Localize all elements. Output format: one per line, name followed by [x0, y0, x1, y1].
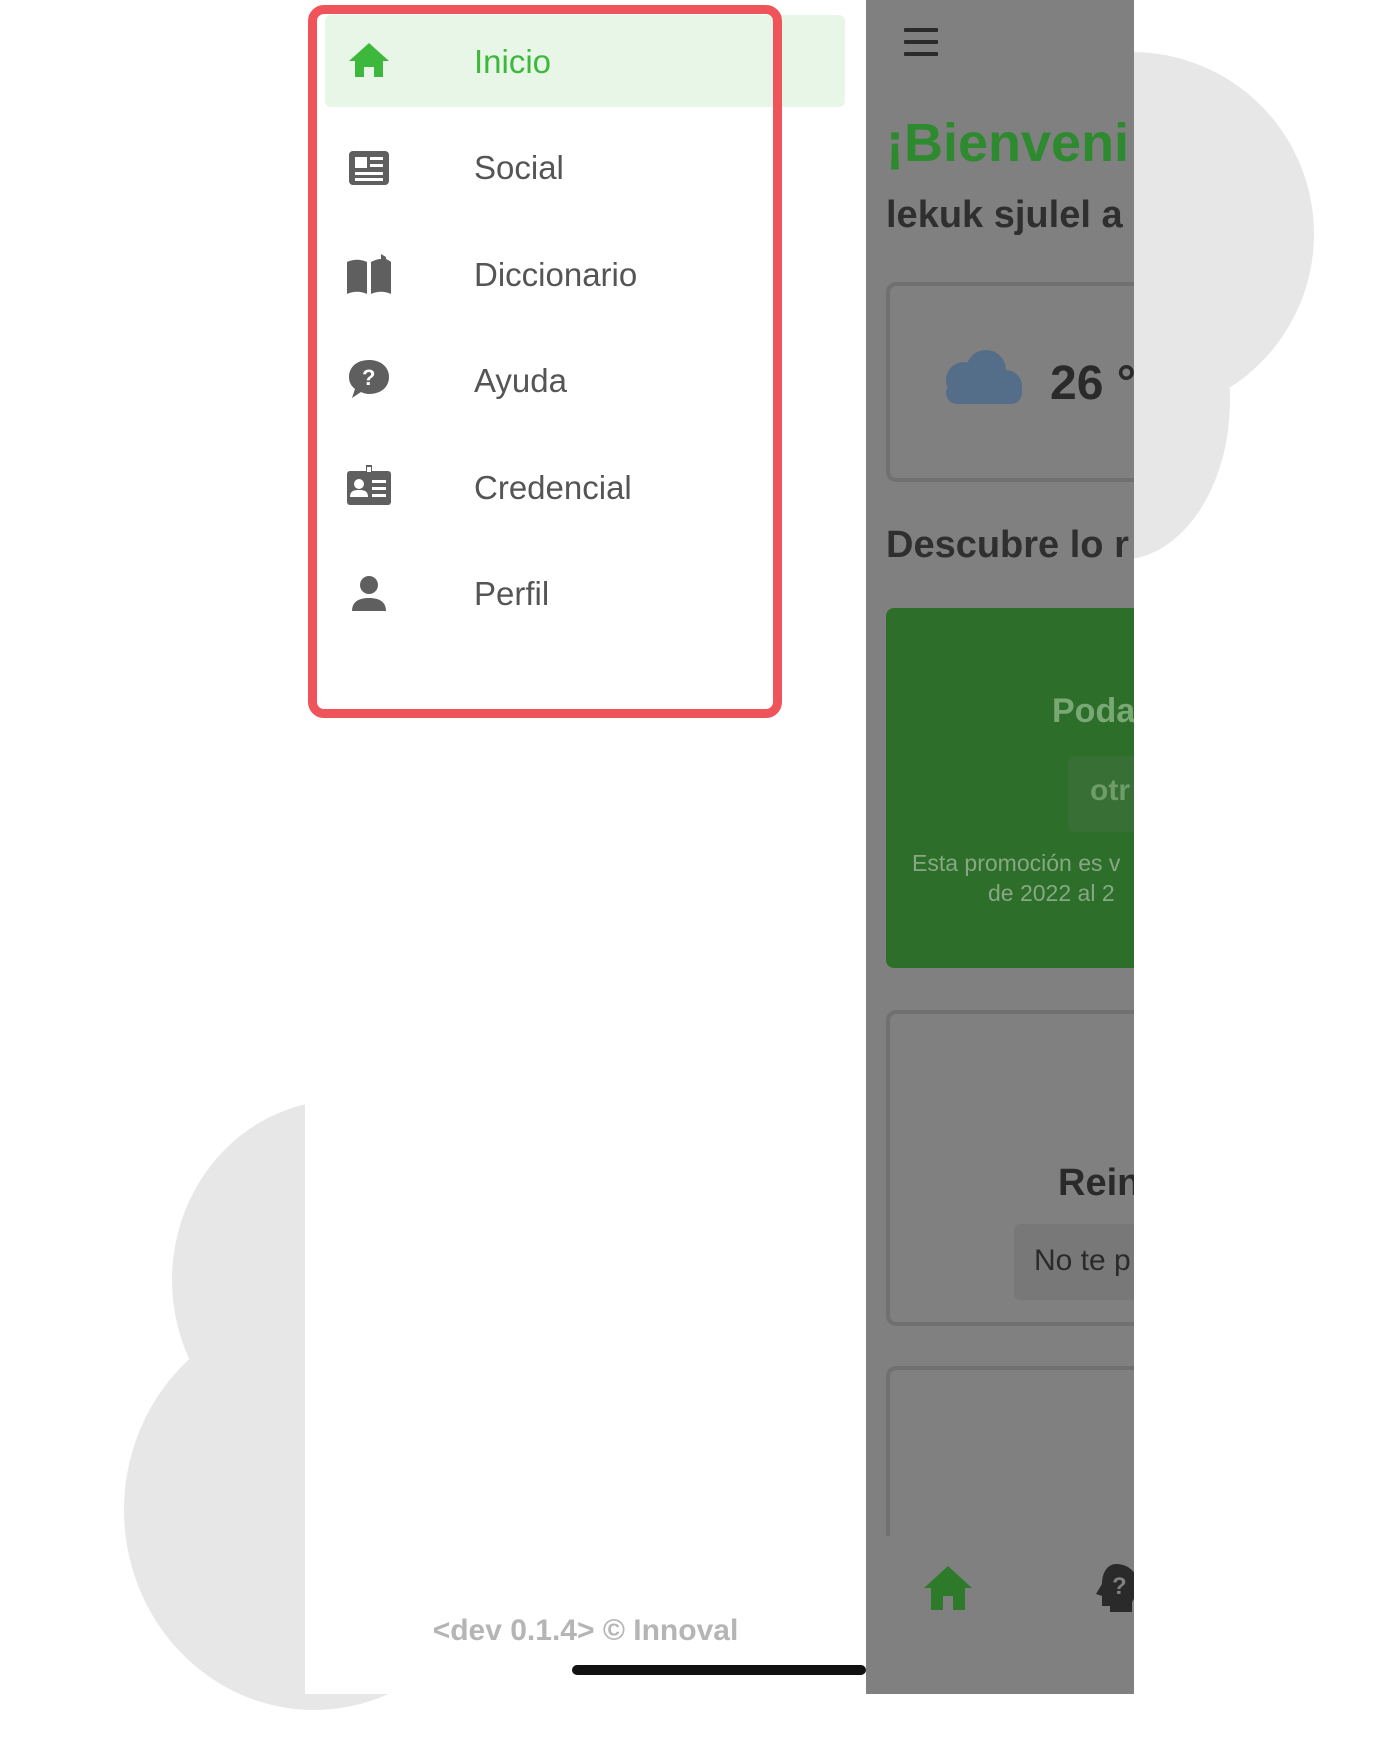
drawer-item-inicio[interactable]: Inicio [325, 15, 845, 107]
promo-card[interactable]: Poda otr Esta promoción es v de 2022 al … [886, 608, 1134, 968]
home-indicator[interactable] [572, 1665, 866, 1675]
home-icon [349, 43, 389, 77]
welcome-subtitle: lekuk sjulel a [886, 194, 1123, 236]
dimmed-app-screen[interactable]: ¡Bienveni lekuk sjulel a 26 ° Descubre l… [866, 0, 1134, 1694]
info-card-button[interactable]: No te p [1014, 1224, 1134, 1300]
drawer-item-label: Credencial [474, 469, 632, 506]
bottom-tab-bar: ? [866, 1536, 1134, 1694]
promo-note-line2: de 2022 al 2 [988, 880, 1115, 906]
info-card-title: Rein [1058, 1162, 1134, 1204]
drawer-item-credencial[interactable]: Credencial [325, 441, 845, 533]
id-card-icon [347, 465, 391, 505]
open-book-icon [347, 254, 391, 294]
info-card-button-label: No te p [1034, 1244, 1131, 1277]
weather-card[interactable]: 26 ° [886, 282, 1134, 482]
help-chat-icon: ? [349, 360, 389, 398]
info-card[interactable]: Rein No te p [886, 1010, 1134, 1326]
promo-button-label: otr [1090, 774, 1130, 807]
drawer-item-label: Perfil [474, 575, 550, 612]
version-footer: <dev 0.1.4> © Innoval [432, 1614, 739, 1647]
svg-text:?: ? [362, 365, 375, 390]
drawer-item-social[interactable]: Social [325, 121, 845, 213]
promo-note-line1: Esta promoción es v [912, 850, 1121, 876]
help-head-icon[interactable]: ? [1092, 1562, 1134, 1614]
hamburger-menu-icon[interactable] [904, 28, 938, 56]
svg-text:?: ? [1112, 1573, 1127, 1600]
promo-title: Poda [1052, 692, 1134, 730]
navigation-drawer: Inicio Social Diccionario ? Ayuda Creden… [305, 0, 866, 1694]
drawer-item-perfil[interactable]: Perfil [325, 547, 845, 639]
person-icon [352, 576, 386, 611]
promo-button[interactable]: otr [1068, 756, 1134, 832]
newspaper-icon [349, 151, 389, 185]
drawer-item-label: Social [474, 149, 564, 186]
drawer-item-label: Diccionario [474, 256, 638, 293]
cloud-icon [946, 350, 1022, 404]
drawer-item-label: Inicio [474, 43, 552, 80]
temperature-value: 26 ° [1050, 357, 1134, 410]
drawer-item-label: Ayuda [474, 362, 567, 399]
discover-heading: Descubre lo r [886, 524, 1129, 566]
home-icon[interactable] [922, 1564, 974, 1612]
drawer-item-diccionario[interactable]: Diccionario [325, 228, 845, 320]
welcome-heading: ¡Bienveni [886, 113, 1130, 173]
drawer-item-ayuda[interactable]: ? Ayuda [325, 334, 845, 426]
